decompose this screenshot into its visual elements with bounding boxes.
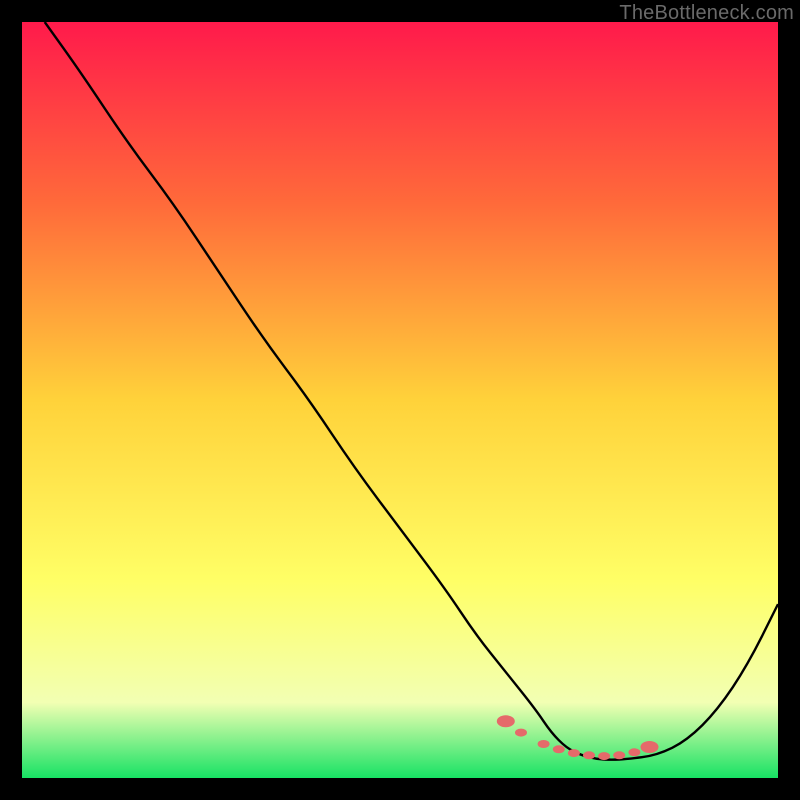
highlight-marker	[538, 740, 550, 748]
highlight-marker	[515, 729, 527, 737]
highlight-marker	[641, 741, 659, 753]
highlight-marker	[583, 751, 595, 759]
highlight-marker	[553, 745, 565, 753]
bottleneck-chart	[22, 22, 778, 778]
highlight-marker	[497, 715, 515, 727]
gradient-background	[22, 22, 778, 778]
watermark-text: TheBottleneck.com	[619, 2, 794, 25]
chart-frame	[22, 22, 778, 778]
highlight-marker	[613, 751, 625, 759]
highlight-marker	[628, 748, 640, 756]
highlight-marker	[568, 749, 580, 757]
highlight-marker	[598, 752, 610, 760]
